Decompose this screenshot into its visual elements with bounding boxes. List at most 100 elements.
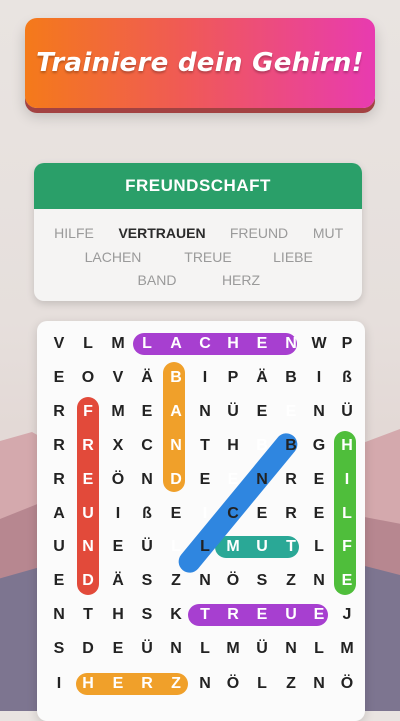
grid-cell-r10-c0[interactable]: I <box>43 667 75 701</box>
grid-cell-r10-c3[interactable]: R <box>131 667 163 701</box>
grid-cell-r9-c10[interactable]: M <box>331 632 363 666</box>
grid-cell-r2-c10[interactable]: Ü <box>331 395 363 429</box>
grid-cell-r9-c7[interactable]: Ü <box>246 632 278 666</box>
grid-cell-r4-c6[interactable]: E <box>217 463 249 497</box>
grid-cell-r8-c0[interactable]: N <box>43 598 75 632</box>
grid-cell-r3-c4[interactable]: N <box>160 429 192 463</box>
grid-cell-r8-c7[interactable]: E <box>246 598 278 632</box>
grid-cell-r7-c1[interactable]: D <box>72 564 104 598</box>
word-item: BAND <box>137 272 177 288</box>
grid-cell-r8-c1[interactable]: T <box>72 598 104 632</box>
grid-cell-r5-c6[interactable]: C <box>217 497 249 531</box>
grid-cell-r1-c3[interactable]: Ä <box>131 361 163 395</box>
grid-cell-r9-c4[interactable]: N <box>160 632 192 666</box>
grid-cell-r6-c7[interactable]: U <box>246 530 278 564</box>
grid-cell-r4-c1[interactable]: E <box>72 463 104 497</box>
grid-cell-r1-c10[interactable]: ß <box>331 361 363 395</box>
grid-cell-r6-c0[interactable]: U <box>43 530 75 564</box>
grid-cell-r9-c3[interactable]: Ü <box>131 632 163 666</box>
grid-cell-r3-c7[interactable]: B <box>246 429 278 463</box>
grid-cell-r2-c2[interactable]: M <box>102 395 134 429</box>
grid-cell-r2-c7[interactable]: E <box>246 395 278 429</box>
grid-cell-r5-c2[interactable]: I <box>102 497 134 531</box>
slogan-text: Trainiere dein Gehirn! <box>36 48 364 78</box>
grid-cell-r1-c1[interactable]: O <box>72 361 104 395</box>
grid-cell-r5-c7[interactable]: E <box>246 497 278 531</box>
grid-cell-r9-c6[interactable]: M <box>217 632 249 666</box>
grid-cell-r7-c6[interactable]: Ö <box>217 564 249 598</box>
grid-cell-r3-c3[interactable]: C <box>131 429 163 463</box>
slogan-banner: Trainiere dein Gehirn! <box>25 18 375 108</box>
grid-cell-r9-c0[interactable]: S <box>43 632 75 666</box>
word-item-current: VERTRAUEN <box>118 225 206 241</box>
grid-cell-r5-c1[interactable]: U <box>72 497 104 531</box>
grid-cell-r3-c10[interactable]: H <box>331 429 363 463</box>
word-item: TREUE <box>184 249 232 265</box>
grid-cell-r6-c3[interactable]: Ü <box>131 530 163 564</box>
grid-cell-r5-c3[interactable]: ß <box>131 497 163 531</box>
grid-cell-r0-c10[interactable]: P <box>331 327 363 361</box>
grid-cell-r2-c1[interactable]: F <box>72 395 104 429</box>
grid-cell-r7-c7[interactable]: S <box>246 564 278 598</box>
word-item: LACHEN <box>84 249 142 265</box>
grid-cell-r5-c4[interactable]: E <box>160 497 192 531</box>
grid-cell-r7-c3[interactable]: S <box>131 564 163 598</box>
grid-cell-r6-c4[interactable]: L <box>160 530 192 564</box>
grid-cell-r4-c10[interactable]: I <box>331 463 363 497</box>
grid-cell-r1-c4[interactable]: B <box>160 361 192 395</box>
letter-grid[interactable]: VLMLACHENWPEOVÄBIPÄBIßRFMEANÜEENÜRRXCNTH… <box>37 321 365 721</box>
word-item: LIEBE <box>273 249 313 265</box>
grid-cell-r2-c0[interactable]: R <box>43 395 75 429</box>
grid-cell-r6-c10[interactable]: F <box>331 530 363 564</box>
grid-cell-r8-c2[interactable]: H <box>102 598 134 632</box>
grid-cell-r1-c7[interactable]: Ä <box>246 361 278 395</box>
word-item: HERZ <box>221 272 261 288</box>
word-item: FREUND <box>229 225 289 241</box>
grid-cell-r8-c10[interactable]: J <box>331 598 363 632</box>
grid-cell-r1-c0[interactable]: E <box>43 361 75 395</box>
grid-cell-r5-c10[interactable]: L <box>331 497 363 531</box>
grid-cell-r0-c6[interactable]: H <box>217 327 249 361</box>
grid-cell-r10-c1[interactable]: H <box>72 667 104 701</box>
grid-cell-r6-c2[interactable]: E <box>102 530 134 564</box>
grid-cell-r3-c0[interactable]: R <box>43 429 75 463</box>
grid-cell-r3-c6[interactable]: H <box>217 429 249 463</box>
grid-cell-r1-c2[interactable]: V <box>102 361 134 395</box>
grid-cell-r2-c3[interactable]: E <box>131 395 163 429</box>
grid-cell-r7-c4[interactable]: Z <box>160 564 192 598</box>
grid-cell-r8-c4[interactable]: K <box>160 598 192 632</box>
grid-cell-r3-c1[interactable]: R <box>72 429 104 463</box>
grid-cell-r4-c7[interactable]: N <box>246 463 278 497</box>
grid-cell-r0-c2[interactable]: M <box>102 327 134 361</box>
grid-cell-r6-c6[interactable]: M <box>217 530 249 564</box>
grid-cell-r10-c4[interactable]: Z <box>160 667 192 701</box>
grid-cell-r2-c4[interactable]: A <box>160 395 192 429</box>
grid-cell-r0-c1[interactable]: L <box>72 327 104 361</box>
grid-cell-r1-c6[interactable]: P <box>217 361 249 395</box>
grid-cell-r10-c10[interactable]: Ö <box>331 667 363 701</box>
grid-cell-r4-c4[interactable]: D <box>160 463 192 497</box>
grid-cell-r2-c6[interactable]: Ü <box>217 395 249 429</box>
grid-cell-r9-c2[interactable]: E <box>102 632 134 666</box>
grid-cell-r10-c6[interactable]: Ö <box>217 667 249 701</box>
grid-cell-r0-c3[interactable]: L <box>131 327 163 361</box>
grid-cell-r10-c2[interactable]: E <box>102 667 134 701</box>
grid-cell-r7-c0[interactable]: E <box>43 564 75 598</box>
category-title: FREUNDSCHAFT <box>34 163 362 209</box>
grid-cell-r3-c2[interactable]: X <box>102 429 134 463</box>
grid-cell-r9-c1[interactable]: D <box>72 632 104 666</box>
word-item: MUT <box>312 225 344 241</box>
grid-cell-r7-c2[interactable]: Ä <box>102 564 134 598</box>
grid-cell-r7-c10[interactable]: E <box>331 564 363 598</box>
grid-cell-r0-c7[interactable]: E <box>246 327 278 361</box>
grid-cell-r0-c0[interactable]: V <box>43 327 75 361</box>
grid-cell-r10-c7[interactable]: L <box>246 667 278 701</box>
grid-cell-r6-c1[interactable]: N <box>72 530 104 564</box>
grid-cell-r4-c2[interactable]: Ö <box>102 463 134 497</box>
grid-cell-r5-c0[interactable]: A <box>43 497 75 531</box>
grid-cell-r8-c3[interactable]: S <box>131 598 163 632</box>
grid-cell-r0-c4[interactable]: A <box>160 327 192 361</box>
grid-cell-r8-c6[interactable]: R <box>217 598 249 632</box>
grid-cell-r4-c3[interactable]: N <box>131 463 163 497</box>
grid-cell-r4-c0[interactable]: R <box>43 463 75 497</box>
